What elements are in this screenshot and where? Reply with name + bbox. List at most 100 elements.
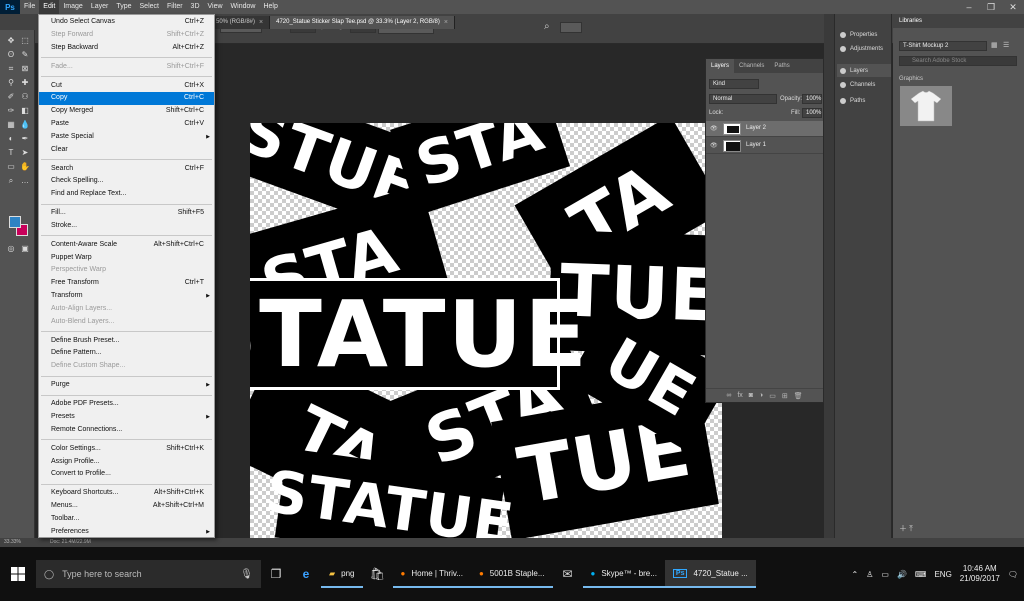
- close-icon[interactable]: ×: [444, 16, 448, 29]
- grid-view-icon[interactable]: ▦: [991, 41, 998, 49]
- menu-item-define-custom-shape[interactable]: Define Custom Shape...: [39, 360, 214, 373]
- menu-item-step-backward[interactable]: Step Backward Alt+Ctrl+Z: [39, 42, 214, 55]
- add-icon[interactable]: ＋: [899, 524, 907, 533]
- start-button[interactable]: [0, 560, 36, 588]
- notifications-icon[interactable]: 🗨: [1008, 570, 1018, 579]
- menu-item-stroke[interactable]: Stroke...: [39, 220, 214, 233]
- eye-icon[interactable]: 👁: [710, 125, 718, 132]
- menu-help[interactable]: Help: [259, 0, 281, 14]
- menu-item-check-spelling[interactable]: Check Spelling...: [39, 175, 214, 188]
- marquee-tool-icon[interactable]: ⬚: [20, 36, 30, 46]
- volume-icon[interactable]: 🔊: [897, 570, 907, 579]
- upload-icon[interactable]: ⤒: [909, 524, 913, 533]
- microphone-icon[interactable]: 🎙: [240, 569, 253, 580]
- menu-type[interactable]: Type: [112, 0, 135, 14]
- restore-icon[interactable]: ❐: [980, 0, 1002, 14]
- people-icon[interactable]: ♙: [866, 570, 873, 579]
- layer-filter-select[interactable]: Kind: [709, 79, 759, 89]
- menu-item-free-transform[interactable]: Free Transform Ctrl+T: [39, 277, 214, 290]
- menu-select[interactable]: Select: [136, 0, 163, 14]
- tshirt-thumbnail[interactable]: [900, 86, 952, 126]
- menu-item-copy[interactable]: Copy Ctrl+C: [39, 92, 214, 106]
- menu-item-copy-merged[interactable]: Copy Merged Shift+Ctrl+C: [39, 105, 214, 118]
- mask-icon[interactable]: ◙: [749, 392, 753, 399]
- menu-window[interactable]: Window: [227, 0, 260, 14]
- history-brush-icon[interactable]: ✑: [6, 106, 16, 116]
- menu-item-adobe-pdf-presets[interactable]: Adobe PDF Presets...: [39, 398, 214, 411]
- menu-filter[interactable]: Filter: [163, 0, 187, 14]
- clock[interactable]: 10:46 AM 21/09/2017: [960, 564, 1000, 584]
- brush-tool-icon[interactable]: ✐: [6, 92, 16, 102]
- panel-tab-channels[interactable]: Channels: [837, 78, 891, 91]
- menu-item-keyboard-shortcuts[interactable]: Keyboard Shortcuts... Alt+Shift+Ctrl+K: [39, 487, 214, 500]
- hand-tool-icon[interactable]: ✋: [20, 162, 30, 172]
- menu-item-toolbar[interactable]: Toolbar...: [39, 513, 214, 526]
- menu-item-preferences[interactable]: Preferences ▶: [39, 526, 214, 539]
- menu-item-step-forward[interactable]: Step Forward Shift+Ctrl+Z: [39, 29, 214, 42]
- new-layer-icon[interactable]: ⊞: [782, 392, 788, 400]
- taskbar-app-firefox-1[interactable]: ● Home | Thriv...: [392, 560, 471, 588]
- panel-tab-properties[interactable]: Properties: [837, 28, 891, 41]
- network-icon[interactable]: ▭: [881, 570, 889, 579]
- frame-tool-icon[interactable]: ⊠: [20, 64, 30, 74]
- document-canvas[interactable]: STUE STA TA TUE STA TA STA TUE UE STATUE…: [250, 123, 722, 542]
- store-icon[interactable]: 🛍: [363, 560, 393, 588]
- shape-tool-icon[interactable]: ▭: [6, 162, 16, 172]
- eyedropper-tool-icon[interactable]: ⚲: [6, 78, 16, 88]
- menu-item-puppet-warp[interactable]: Puppet Warp: [39, 252, 214, 265]
- taskbar-app-photoshop[interactable]: Ps 4720_Statue ...: [664, 560, 756, 588]
- layer-row-layer-1[interactable]: 👁 Layer 1: [706, 138, 823, 154]
- keyboard-icon[interactable]: ⌨: [915, 570, 927, 579]
- workspace-switcher[interactable]: [560, 22, 582, 33]
- close-icon[interactable]: ✕: [1002, 0, 1024, 14]
- tab-paths[interactable]: Paths: [769, 59, 794, 73]
- menu-file[interactable]: File: [20, 0, 39, 14]
- more-tools-icon[interactable]: …: [20, 176, 30, 186]
- menu-edit[interactable]: Edit: [39, 0, 60, 14]
- lasso-tool-icon[interactable]: ʘ: [6, 50, 16, 60]
- menu-item-search[interactable]: Search Ctrl+F: [39, 163, 214, 176]
- menu-item-fill[interactable]: Fill... Shift+F5: [39, 207, 214, 220]
- menu-view[interactable]: View: [204, 0, 227, 14]
- opacity-input[interactable]: 100%: [802, 94, 822, 104]
- library-select[interactable]: T-Shirt Mockup 2: [899, 41, 987, 51]
- folder-icon[interactable]: ▭: [769, 392, 776, 400]
- stock-search-input[interactable]: Search Adobe Stock: [899, 56, 1017, 66]
- taskbar-search[interactable]: ◯ Type here to search 🎙: [36, 560, 261, 588]
- gradient-tool-icon[interactable]: ▦: [6, 120, 16, 130]
- layer-row-layer-2[interactable]: 👁 Layer 2: [706, 121, 823, 137]
- menu-item-presets[interactable]: Presets ▶: [39, 411, 214, 424]
- eye-icon[interactable]: 👁: [710, 142, 718, 149]
- menu-item-remote-connections[interactable]: Remote Connections...: [39, 424, 214, 437]
- crop-tool-icon[interactable]: ⌗: [6, 64, 16, 74]
- stamp-tool-icon[interactable]: ⚇: [20, 92, 30, 102]
- dodge-tool-icon[interactable]: ◐: [6, 134, 16, 144]
- list-view-icon[interactable]: ☰: [1003, 41, 1009, 49]
- move-tool-icon[interactable]: ✥: [6, 36, 16, 46]
- menu-item-menus[interactable]: Menus... Alt+Shift+Ctrl+M: [39, 500, 214, 513]
- menu-item-auto-align-layers[interactable]: Auto-Align Layers...: [39, 303, 214, 316]
- zoom-tool-icon[interactable]: ⌕: [6, 176, 16, 186]
- menu-item-undo-select-canvas[interactable]: Undo Select Canvas Ctrl+Z: [39, 16, 214, 29]
- menu-item-define-pattern[interactable]: Define Pattern...: [39, 347, 214, 360]
- menu-item-fade[interactable]: Fade... Shift+Ctrl+F: [39, 61, 214, 74]
- search-icon[interactable]: ⌕: [544, 21, 550, 32]
- taskbar-app-png[interactable]: ▰ png: [321, 560, 363, 588]
- healing-tool-icon[interactable]: ✚: [20, 78, 30, 88]
- taskbar-app-firefox-2[interactable]: ● 5001B Staple...: [470, 560, 553, 588]
- screen-mode-icon[interactable]: ▣: [20, 244, 30, 254]
- panel-tab-adjustments[interactable]: Adjustments: [837, 42, 891, 55]
- fill-input[interactable]: 100%: [802, 108, 822, 118]
- mail-icon[interactable]: ✉: [553, 560, 583, 588]
- menu-item-paste[interactable]: Paste Ctrl+V: [39, 118, 214, 131]
- quick-select-tool-icon[interactable]: ✎: [20, 50, 30, 60]
- task-view-icon[interactable]: ❐: [261, 560, 291, 588]
- menu-item-content-aware-scale[interactable]: Content-Aware Scale Alt+Shift+Ctrl+C: [39, 239, 214, 252]
- menu-item-define-brush-preset[interactable]: Define Brush Preset...: [39, 335, 214, 348]
- language-indicator[interactable]: ENG: [934, 570, 951, 579]
- blend-mode-select[interactable]: Normal: [709, 94, 777, 104]
- quick-mask-icon[interactable]: ◎: [6, 244, 16, 254]
- menu-item-auto-blend-layers[interactable]: Auto-Blend Layers...: [39, 316, 214, 329]
- edge-icon[interactable]: e: [291, 560, 321, 588]
- fx-icon[interactable]: fx: [737, 392, 742, 399]
